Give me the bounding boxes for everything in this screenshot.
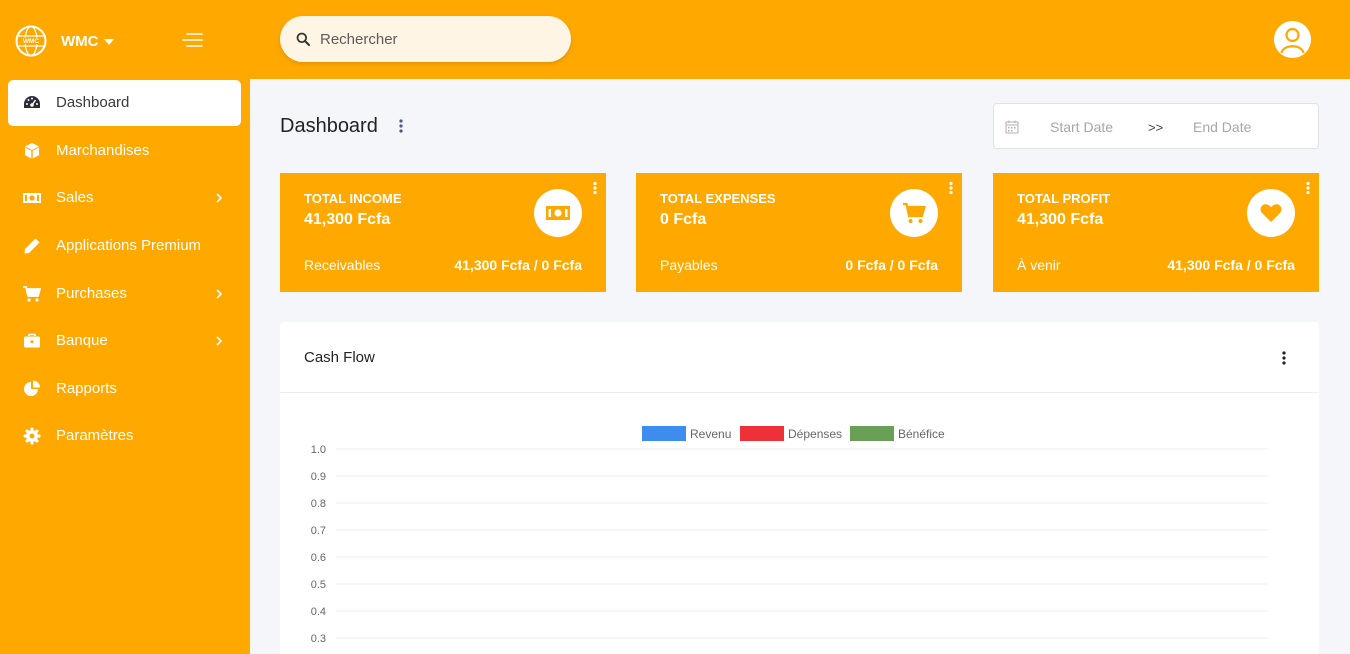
start-date-input[interactable]: Start Date (1050, 119, 1113, 135)
card-sub-label: Payables (660, 257, 718, 273)
calendar-icon (1005, 120, 1019, 134)
card-amount: 41,300 Fcfa (304, 211, 391, 228)
date-separator: >> (1148, 120, 1164, 135)
card-sub-label: Receivables (304, 257, 381, 273)
card-title: TOTAL INCOME (304, 191, 402, 206)
card-sub-label: À venir (1017, 257, 1061, 273)
legend-label: Bénéfice (898, 427, 945, 441)
avatar[interactable] (1274, 21, 1311, 58)
chevron-right-icon (216, 289, 223, 299)
brand: WMC WMC (0, 0, 250, 80)
search-box (280, 16, 571, 62)
sidebar-item-rapports[interactable]: Rapports (8, 366, 241, 412)
total-income-card: TOTAL INCOME 41,300 Fcfa Receivables 41,… (280, 173, 606, 292)
card-icon-circle (890, 189, 938, 237)
cash-flow-chart: Revenu Dépenses Bénéfice 1.0 0.9 0.8 0.7 0.6 0.5… (311, 426, 1268, 645)
brand-logo-text: WMC (23, 38, 40, 45)
gear-icon (23, 427, 41, 445)
sidebar-item-label: Banque (56, 332, 108, 349)
total-expenses-card: TOTAL EXPENSES 0 Fcfa Payables 0 Fcfa / … (636, 173, 962, 292)
chevron-down-icon[interactable] (104, 39, 114, 45)
card-sub-value: 41,300 Fcfa / 0 Fcfa (454, 257, 582, 273)
kebab-menu-icon[interactable] (1280, 350, 1288, 366)
y-tick-label: 0.5 (311, 579, 326, 591)
page-title: Dashboard (280, 115, 378, 137)
chevron-right-icon (216, 336, 223, 346)
sidebar: WMC WMC Dashboard Marchandises Sales App… (0, 0, 250, 654)
gauge-icon (24, 96, 40, 108)
legend-swatch (740, 426, 784, 441)
sidebar-item-sales[interactable]: Sales (8, 175, 241, 221)
y-tick-label: 0.9 (311, 471, 326, 483)
pencil-icon (24, 238, 40, 254)
search-icon (296, 32, 310, 46)
sidebar-item-label: Paramètres (56, 427, 134, 444)
pie-chart-icon (24, 380, 40, 396)
sidebar-item-purchases[interactable]: Purchases (8, 271, 241, 317)
brand-name[interactable]: WMC (61, 33, 99, 50)
sidebar-item-label: Marchandises (56, 142, 150, 159)
user-icon (1274, 21, 1311, 58)
panel-title: Cash Flow (304, 349, 375, 366)
legend-label: Dépenses (788, 427, 842, 441)
cart-icon (23, 286, 41, 302)
sidebar-item-label: Sales (56, 189, 94, 206)
kebab-menu-icon[interactable] (1305, 181, 1311, 195)
y-tick-label: 0.4 (311, 606, 326, 618)
date-range-picker[interactable]: Start Date >> End Date (993, 103, 1319, 149)
kebab-menu-icon[interactable] (592, 181, 598, 195)
card-sub-value: 41,300 Fcfa / 0 Fcfa (1167, 257, 1295, 273)
cart-icon (903, 202, 926, 223)
kebab-menu-icon[interactable] (948, 181, 954, 195)
y-tick-label: 0.8 (311, 498, 326, 510)
top-bar (250, 0, 1350, 79)
card-title: TOTAL EXPENSES (660, 191, 776, 206)
y-tick-label: 0.3 (311, 633, 326, 645)
y-tick-label: 1.0 (311, 444, 326, 456)
cash-flow-panel: Cash Flow Revenu Dépenses Bénéfice 1.0 0.9 0.… (280, 322, 1319, 654)
sidebar-item-banque[interactable]: Banque (8, 318, 241, 364)
sidebar-item-label: Purchases (56, 285, 127, 302)
y-tick-label: 0.7 (311, 525, 326, 537)
brand-logo[interactable]: WMC (15, 25, 47, 57)
legend-swatch (850, 426, 894, 441)
card-title: TOTAL PROFIT (1017, 191, 1111, 206)
end-date-input[interactable]: End Date (1193, 119, 1251, 135)
legend-swatch (642, 426, 686, 441)
card-sub-value: 0 Fcfa / 0 Fcfa (845, 257, 938, 273)
box-icon (25, 143, 39, 159)
y-tick-label: 0.6 (311, 552, 326, 564)
card-amount: 41,300 Fcfa (1017, 211, 1104, 228)
sidebar-item-label: Rapports (56, 380, 117, 397)
money-bill-icon (546, 206, 570, 220)
card-amount: 0 Fcfa (660, 211, 707, 228)
sidebar-item-parametres[interactable]: Paramètres (8, 413, 241, 459)
menu-toggle-icon[interactable] (181, 31, 203, 49)
briefcase-icon (24, 333, 40, 348)
card-icon-circle (1247, 189, 1295, 237)
card-icon-circle (534, 189, 582, 237)
sidebar-item-label: Dashboard (56, 94, 130, 111)
kebab-menu-icon[interactable] (396, 117, 406, 135)
total-profit-card: TOTAL PROFIT 41,300 Fcfa À venir 41,300 … (993, 173, 1319, 292)
search-input[interactable] (320, 28, 550, 50)
panel-header: Cash Flow (280, 322, 1319, 393)
sidebar-item-dashboard[interactable]: Dashboard (8, 80, 241, 126)
chevron-right-icon (216, 193, 223, 203)
sidebar-item-applications-premium[interactable]: Applications Premium (8, 223, 241, 269)
sidebar-item-marchandises[interactable]: Marchandises (8, 128, 241, 174)
heart-icon (1260, 204, 1282, 222)
sidebar-item-label: Applications Premium (56, 237, 202, 254)
money-bill-icon (23, 193, 41, 203)
legend-label: Revenu (690, 427, 731, 441)
